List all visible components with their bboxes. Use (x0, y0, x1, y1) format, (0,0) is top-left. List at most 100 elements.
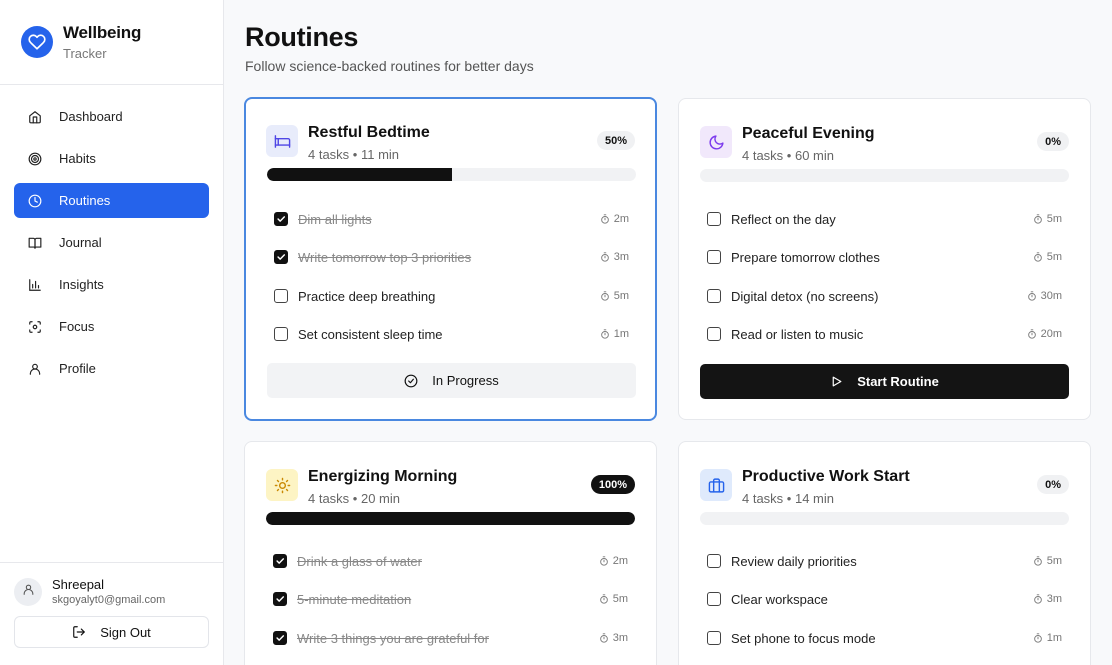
home-icon (28, 110, 42, 124)
book-icon (28, 236, 42, 250)
progress-bar (700, 512, 1069, 525)
task-time-label: 5m (613, 290, 629, 302)
timer-icon (1027, 291, 1037, 301)
task-label: Review daily priorities (731, 553, 857, 569)
task-time-label: 30m (1040, 290, 1062, 302)
user-panel: Shreepal skgoyalyt0@gmail.com Sign Out (0, 562, 223, 665)
task-duration: 20m (1027, 328, 1062, 340)
in-progress-button[interactable]: In Progress (267, 363, 636, 398)
routine-title: Restful Bedtime (308, 124, 430, 141)
routine-meta: 4 tasks • 20 min (308, 491, 400, 506)
timer-icon (1033, 556, 1043, 566)
task-checkbox[interactable] (274, 327, 288, 341)
routine-meta: 4 tasks • 14 min (742, 491, 834, 506)
sidebar-nav: Dashboard Habits Routines Journal Insigh… (0, 85, 223, 386)
focus-icon (28, 320, 42, 334)
progress-bar (700, 169, 1069, 182)
timer-icon (599, 594, 609, 604)
task-item[interactable]: Review daily priorities 5m (707, 551, 1062, 571)
task-duration: 3m (1033, 593, 1062, 605)
routine-card-productive-work-start[interactable]: Productive Work Start 4 tasks • 14 min 0… (678, 441, 1091, 665)
sidebar-item-label: Focus (59, 319, 95, 334)
timer-icon (600, 291, 610, 301)
clock-icon (28, 194, 42, 208)
sidebar-item-profile[interactable]: Profile (14, 351, 209, 386)
task-item[interactable]: Drink a glass of water 2m (273, 551, 628, 571)
sidebar-item-insights[interactable]: Insights (14, 267, 209, 302)
task-duration: 3m (600, 251, 629, 263)
task-time-label: 2m (613, 213, 629, 225)
routine-title: Peaceful Evening (742, 125, 875, 142)
task-checkbox[interactable] (707, 289, 721, 303)
task-time-label: 20m (1040, 328, 1062, 340)
moon-icon (700, 126, 732, 158)
progress-fill (267, 168, 452, 181)
task-item[interactable]: Set consistent sleep time 1m (274, 324, 629, 344)
task-item[interactable]: Set phone to focus mode 1m (707, 628, 1062, 648)
task-checkbox[interactable] (707, 250, 721, 264)
task-item[interactable]: Prepare tomorrow clothes 5m (707, 247, 1062, 267)
progress-fill (266, 512, 635, 525)
task-duration: 2m (600, 213, 629, 225)
task-item[interactable]: Write 3 things you are grateful for 3m (273, 628, 628, 648)
task-label: 5-minute meditation (297, 591, 412, 607)
start-routine-button[interactable]: Start Routine (700, 364, 1069, 399)
task-time-label: 3m (613, 251, 629, 263)
task-label: Write 3 things you are grateful for (297, 630, 489, 646)
routine-card-peaceful-evening[interactable]: Peaceful Evening 4 tasks • 60 min 0% Ref… (678, 98, 1091, 420)
sidebar-item-label: Profile (59, 361, 96, 376)
task-duration: 1m (600, 328, 629, 340)
task-checkbox[interactable] (273, 592, 287, 606)
task-time-label: 5m (612, 593, 628, 605)
sidebar-item-routines[interactable]: Routines (14, 183, 209, 218)
task-item[interactable]: Write tomorrow top 3 priorities 3m (274, 247, 629, 267)
task-checkbox[interactable] (273, 554, 287, 568)
task-checkbox[interactable] (274, 212, 288, 226)
sidebar: Wellbeing Tracker Dashboard Habits Routi… (0, 0, 224, 665)
progress-badge: 0% (1037, 475, 1069, 494)
log-out-icon (72, 625, 86, 639)
sidebar-item-dashboard[interactable]: Dashboard (14, 99, 209, 134)
timer-icon (1033, 252, 1043, 262)
task-time-label: 3m (1046, 593, 1062, 605)
sign-out-button[interactable]: Sign Out (14, 616, 209, 648)
task-label: Write tomorrow top 3 priorities (298, 249, 472, 265)
task-time-label: 5m (1046, 213, 1062, 225)
sidebar-item-label: Journal (59, 235, 102, 250)
task-checkbox[interactable] (707, 212, 721, 226)
brand-subtitle: Tracker (63, 46, 107, 61)
routine-card-restful-bedtime[interactable]: Restful Bedtime 4 tasks • 11 min 50% Dim… (244, 97, 657, 421)
task-duration: 5m (1033, 555, 1062, 567)
sidebar-item-habits[interactable]: Habits (14, 141, 209, 176)
task-checkbox[interactable] (274, 289, 288, 303)
task-checkbox[interactable] (707, 554, 721, 568)
task-duration: 5m (1033, 213, 1062, 225)
progress-badge: 50% (596, 131, 635, 150)
task-checkbox[interactable] (707, 631, 721, 645)
task-time-label: 1m (1046, 632, 1062, 644)
play-icon (830, 375, 843, 388)
task-checkbox[interactable] (273, 631, 287, 645)
task-time-label: 5m (1046, 251, 1062, 263)
task-item[interactable]: Clear workspace 3m (707, 589, 1062, 609)
task-label: Reflect on the day (731, 211, 836, 227)
task-label: Read or listen to music (731, 326, 864, 342)
task-item[interactable]: Digital detox (no screens) 30m (707, 286, 1062, 306)
task-item[interactable]: 5-minute meditation 5m (273, 589, 628, 609)
briefcase-icon (700, 469, 732, 501)
task-item[interactable]: Reflect on the day 5m (707, 209, 1062, 229)
timer-icon (1027, 329, 1037, 339)
routine-card-energizing-morning[interactable]: Energizing Morning 4 tasks • 20 min 100%… (244, 441, 657, 665)
progress-bar (267, 168, 636, 181)
task-checkbox[interactable] (707, 592, 721, 606)
task-checkbox[interactable] (274, 250, 288, 264)
task-item[interactable]: Practice deep breathing 5m (274, 286, 629, 306)
task-item[interactable]: Read or listen to music 20m (707, 324, 1062, 344)
sidebar-item-focus[interactable]: Focus (14, 309, 209, 344)
progress-badge: 0% (1037, 132, 1069, 151)
sidebar-item-journal[interactable]: Journal (14, 225, 209, 260)
task-time-label: 5m (1046, 555, 1062, 567)
task-time-label: 2m (612, 555, 628, 567)
task-checkbox[interactable] (707, 327, 721, 341)
task-item[interactable]: Dim all lights 2m (274, 209, 629, 229)
